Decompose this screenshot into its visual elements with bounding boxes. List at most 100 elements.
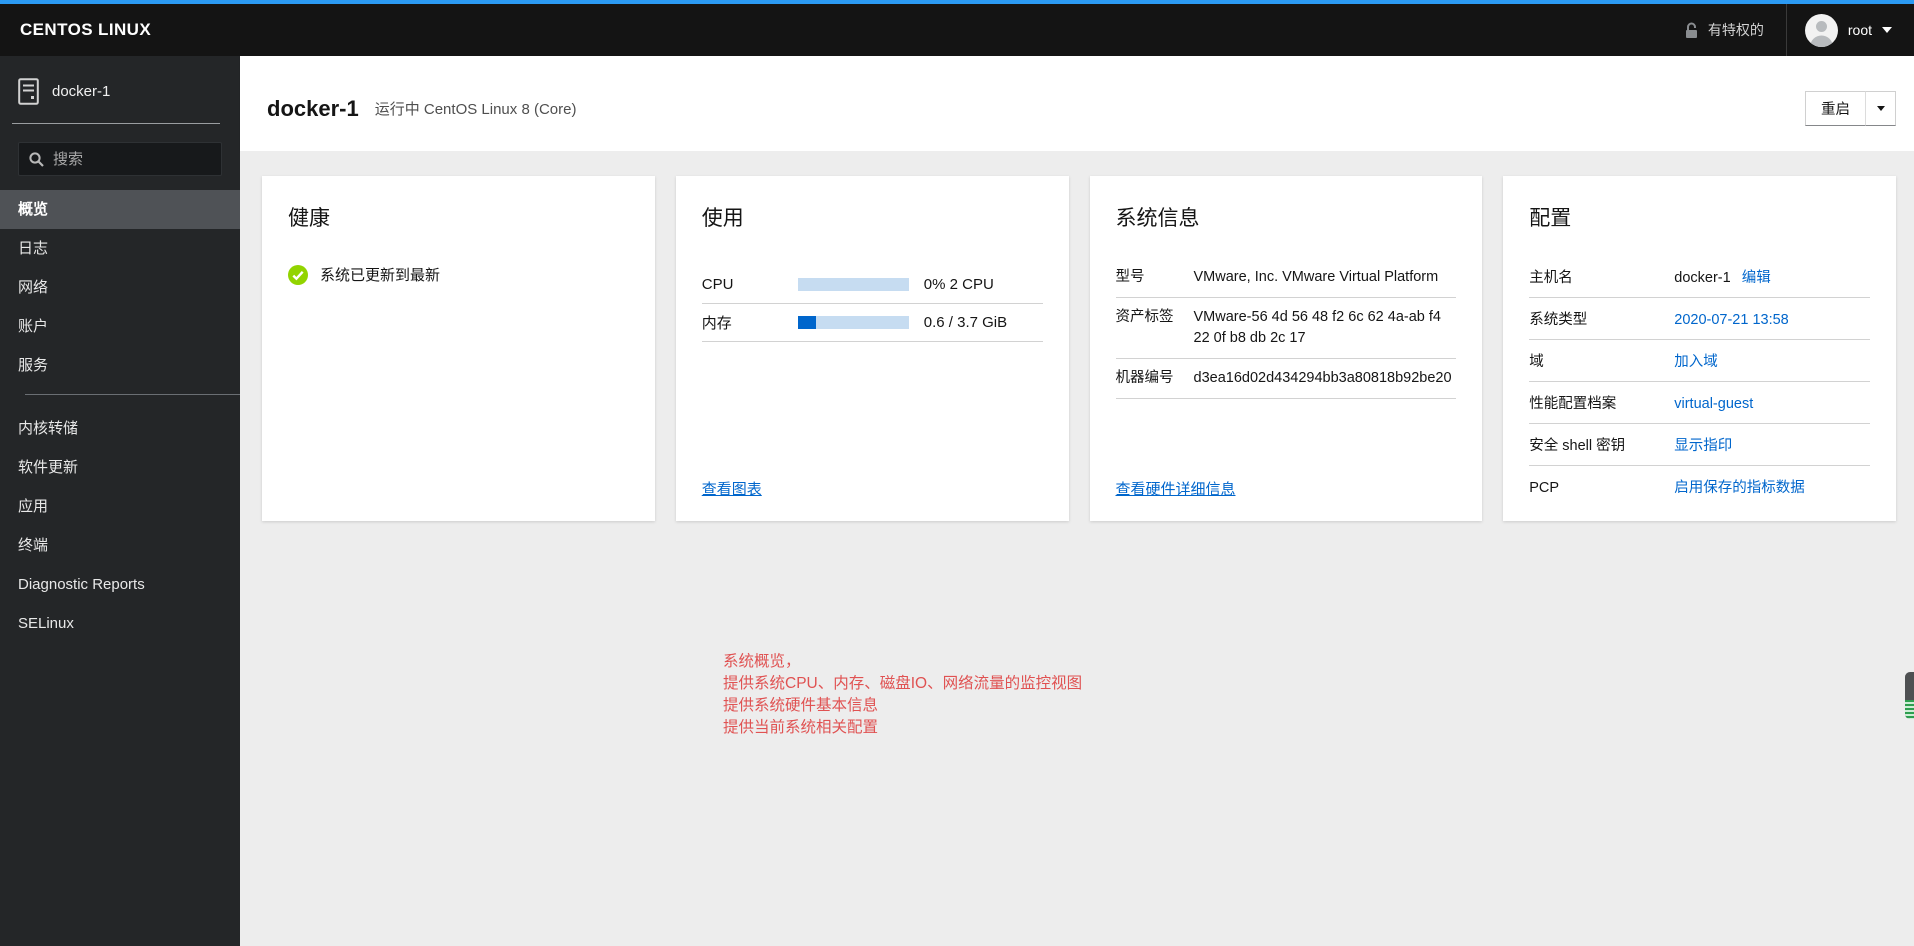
host-name: docker-1 xyxy=(52,83,111,100)
config-row-label: 系统类型 xyxy=(1529,312,1588,328)
view-graphs-link[interactable]: 查看图表 xyxy=(702,478,762,499)
config-row-label: 主机名 xyxy=(1529,270,1573,286)
overview-cards: 健康 系统已更新到最新 使用 CPU 0% 2 CPU 内存 0.6 / 3.7… xyxy=(240,151,1914,521)
usage-row-value: 0% 2 CPU xyxy=(923,276,994,293)
health-card-title: 健康 xyxy=(288,207,330,230)
search-input[interactable] xyxy=(53,150,252,168)
config-row: 主机名 docker-1 编辑 xyxy=(1529,256,1870,298)
config-row: 系统类型 2020-07-21 13:58 xyxy=(1529,298,1870,340)
config-row-label: 安全 shell 密钥 xyxy=(1529,438,1626,454)
progress-bar xyxy=(797,316,909,329)
edge-widget-stripes xyxy=(1905,700,1914,719)
sidebar-menu-item[interactable]: 服务 xyxy=(0,346,240,385)
progress-bar xyxy=(797,278,909,291)
health-status-text: 系统已更新到最新 xyxy=(320,267,441,284)
annotation-line: 系统概览， xyxy=(723,653,801,670)
sidebar-menu-item[interactable]: 应用 xyxy=(0,487,240,526)
system-info-row-label: 机器编号 xyxy=(1115,370,1174,387)
sidebar-menu-item[interactable]: 终端 xyxy=(0,526,240,565)
user-name: root xyxy=(1847,22,1872,38)
config-row-link[interactable]: 启用保存的指标数据 xyxy=(1674,480,1805,496)
usage-row-value: 0.6 / 3.7 GiB xyxy=(923,314,1008,331)
host-status: 运行中 CentOS Linux 8 (Core) xyxy=(374,101,577,118)
sidebar-menu-item[interactable]: Diagnostic Reports xyxy=(0,565,240,604)
annotation-line: 提供当前系统相关配置 xyxy=(723,719,879,736)
usage-row-label: CPU xyxy=(701,276,734,293)
search-icon xyxy=(29,151,44,167)
config-row-link[interactable]: virtual-guest xyxy=(1674,396,1753,412)
system-info-row: 机器编号 d3ea16d02d434294bb3a80818b92be20 xyxy=(1115,359,1457,400)
check-circle-icon xyxy=(288,264,308,285)
config-row-value: 加入域 xyxy=(1674,350,1870,371)
restart-button[interactable]: 重启 xyxy=(1805,91,1865,126)
unlock-icon xyxy=(1684,22,1699,39)
page-header: docker-1 运行中 CentOS Linux 8 (Core) 重启 xyxy=(240,56,1914,151)
usage-rows: CPU 0% 2 CPU 内存 0.6 / 3.7 GiB xyxy=(701,266,1043,342)
chevron-down-icon xyxy=(1882,27,1892,33)
config-row-label: 性能配置档案 xyxy=(1529,396,1617,412)
config-row: 安全 shell 密钥 显示指印 xyxy=(1529,424,1870,466)
usage-row-label: 内存 xyxy=(701,315,732,332)
page-title: docker-1 xyxy=(267,95,359,121)
sidebar-menu-divider xyxy=(25,394,240,395)
sidebar-menu-item[interactable]: 概览 xyxy=(0,190,240,229)
annotation-line: 提供系统CPU、内存、磁盘IO、网络流量的监控视图 xyxy=(723,675,1083,692)
system-info-card: 系统信息 型号 VMware, Inc. VMware Virtual Plat… xyxy=(1089,176,1483,521)
sidebar-menu-item[interactable]: 网络 xyxy=(0,268,240,307)
config-row-value: 显示指印 xyxy=(1674,434,1870,455)
config-row-value: 启用保存的指标数据 xyxy=(1674,476,1870,497)
system-info-row-label: 型号 xyxy=(1115,269,1145,285)
health-card: 健康 系统已更新到最新 xyxy=(262,176,655,521)
sidebar-menu-item[interactable]: 日志 xyxy=(0,229,240,268)
avatar xyxy=(1804,13,1838,47)
sidebar-menu-item[interactable]: 账户 xyxy=(0,307,240,346)
edge-widget[interactable] xyxy=(1905,672,1914,719)
sidebar-menu-primary: 概览 日志 网络 账户 服务 xyxy=(0,190,240,385)
system-info-row-value: d3ea16d02d434294bb3a80818b92be20 xyxy=(1193,370,1452,387)
config-card-title: 配置 xyxy=(1529,207,1572,230)
usage-row: CPU 0% 2 CPU xyxy=(701,266,1043,304)
progress-bar-fill xyxy=(797,316,816,329)
main-area: docker-1 运行中 CentOS Linux 8 (Core) 重启 健康 xyxy=(240,56,1914,946)
usage-card: 使用 CPU 0% 2 CPU 内存 0.6 / 3.7 GiB 查看图表 xyxy=(675,176,1069,521)
config-row-text: docker-1 xyxy=(1674,270,1731,286)
server-icon xyxy=(18,78,39,105)
privileged-label: 有特权的 xyxy=(1707,22,1764,38)
host-switcher[interactable]: docker-1 xyxy=(0,56,240,123)
config-row-link[interactable]: 显示指印 xyxy=(1674,438,1732,454)
config-row: PCP 启用保存的指标数据 xyxy=(1529,466,1870,507)
config-row-label: 域 xyxy=(1529,354,1544,370)
system-info-card-title: 系统信息 xyxy=(1115,207,1200,230)
sidebar-menu-secondary: 内核转储 软件更新 应用 终端 Diagnostic Reports SELin… xyxy=(0,409,240,643)
config-row: 性能配置档案 virtual-guest xyxy=(1529,382,1870,424)
restart-split-button: 重启 xyxy=(1805,91,1896,126)
system-info-row-value: VMware, Inc. VMware Virtual Platform xyxy=(1193,269,1439,285)
config-row-label: PCP xyxy=(1529,480,1560,496)
config-row-link[interactable]: 编辑 xyxy=(1742,270,1771,286)
sidebar-search[interactable] xyxy=(18,142,252,176)
usage-row: 内存 0.6 / 3.7 GiB xyxy=(701,304,1043,342)
sidebar-menu-item[interactable]: 内核转储 xyxy=(0,409,240,448)
system-info-row: 型号 VMware, Inc. VMware Virtual Platform xyxy=(1115,258,1457,299)
annotation-line: 提供系统硬件基本信息 xyxy=(723,697,879,714)
system-info-rows: 型号 VMware, Inc. VMware Virtual Platform … xyxy=(1115,258,1457,400)
sidebar: docker-1 概览 日志 网络 账户 服务 内核转储 软件更新 xyxy=(0,56,252,946)
config-row-link[interactable]: 2020-07-21 13:58 xyxy=(1674,312,1789,328)
config-rows: 主机名 docker-1 编辑 系统类型 2020-07-21 13:58 域 … xyxy=(1529,256,1870,507)
system-info-row-value: VMware-56 4d 56 48 f2 6c 62 4a-ab f4 22 … xyxy=(1193,309,1441,347)
privileged-indicator: 有特权的 xyxy=(1662,20,1786,40)
system-info-row-label: 资产标签 xyxy=(1115,309,1174,326)
config-row-value: docker-1 编辑 xyxy=(1674,266,1870,287)
sidebar-menu-item[interactable]: SELinux xyxy=(0,604,240,643)
config-row: 域 加入域 xyxy=(1529,340,1870,382)
health-status-row: 系统已更新到最新 xyxy=(288,264,629,285)
sidebar-menu-item[interactable]: 软件更新 xyxy=(0,448,240,487)
chevron-down-icon xyxy=(1876,106,1885,111)
user-menu[interactable]: root xyxy=(1787,4,1904,56)
config-row-value: 2020-07-21 13:58 xyxy=(1674,312,1870,328)
view-hardware-details-link[interactable]: 查看硬件详细信息 xyxy=(1116,478,1236,499)
top-bar: CENTOS LINUX 有特权的 root xyxy=(0,0,1914,56)
system-info-row: 资产标签 VMware-56 4d 56 48 f2 6c 62 4a-ab f… xyxy=(1115,298,1457,360)
config-row-link[interactable]: 加入域 xyxy=(1674,354,1718,370)
restart-dropdown-button[interactable] xyxy=(1865,91,1896,126)
